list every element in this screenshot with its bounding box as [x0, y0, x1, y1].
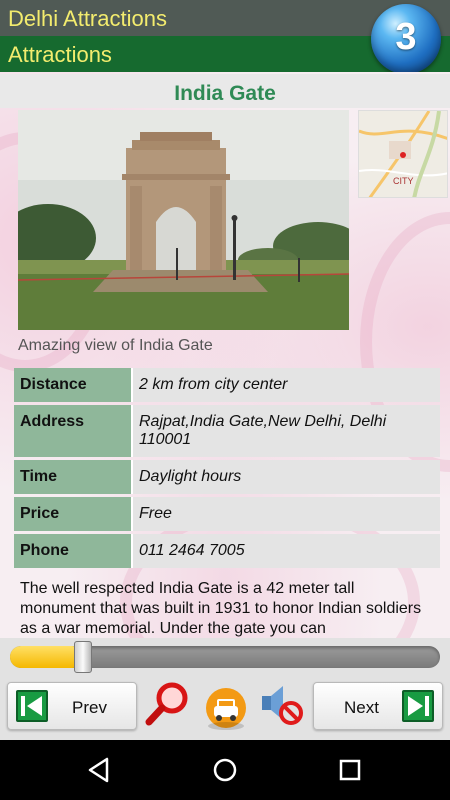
map-label: CITY: [393, 176, 414, 186]
table-row: Price Free: [14, 497, 440, 531]
description-text: The well respected India Gate is a 42 me…: [20, 580, 422, 637]
info-label: Phone: [14, 534, 131, 568]
recents-square-icon[interactable]: [335, 755, 365, 785]
info-value[interactable]: Rajpat,India Gate,New Delhi, Delhi 11000…: [131, 405, 440, 457]
prev-label: Prev: [72, 698, 107, 717]
control-panel: Prev Next: [0, 638, 450, 740]
speaker-muted-icon[interactable]: [258, 680, 306, 728]
info-label: Time: [14, 460, 131, 494]
info-label: Address: [14, 405, 131, 457]
number-badge[interactable]: 3: [371, 4, 441, 74]
back-triangle-icon[interactable]: [85, 755, 115, 785]
place-header: India Gate: [0, 74, 450, 108]
slider-handle[interactable]: [74, 641, 93, 673]
table-row: Time Daylight hours: [14, 460, 440, 494]
info-label: Price: [14, 497, 131, 531]
home-circle-icon[interactable]: [210, 755, 240, 785]
badge-number: 3: [395, 16, 417, 58]
info-value[interactable]: 011 2464 7005: [131, 534, 440, 568]
photo-caption: Amazing view of India Gate: [18, 337, 213, 354]
map-thumbnail[interactable]: CITY: [358, 110, 448, 198]
info-value: Free: [131, 497, 440, 531]
audio-progress-slider[interactable]: [10, 641, 440, 673]
info-value: Daylight hours: [131, 460, 440, 494]
slider-fill: [10, 646, 84, 668]
content-area[interactable]: India Gate CITY Amazing view of India Ga…: [0, 72, 450, 638]
prev-button[interactable]: Prev: [7, 682, 137, 730]
table-row: Phone 011 2464 7005: [14, 534, 440, 568]
section-title: Attractions: [8, 42, 112, 67]
next-button[interactable]: Next: [313, 682, 443, 730]
india-gate-photo: [18, 110, 349, 330]
app-title: Delhi Attractions: [8, 6, 167, 31]
next-icon: [402, 690, 434, 722]
info-value: 2 km from city center: [131, 368, 440, 402]
table-row: Address Rajpat,India Gate,New Delhi, Del…: [14, 405, 440, 457]
attraction-photo[interactable]: [18, 110, 349, 330]
system-navigation-bar: [0, 740, 450, 800]
info-label: Distance: [14, 368, 131, 402]
prev-icon: [16, 690, 48, 722]
table-row: Distance 2 km from city center: [14, 368, 440, 402]
search-icon[interactable]: [144, 680, 192, 728]
map-icon: CITY: [359, 111, 447, 197]
car-icon[interactable]: [202, 684, 250, 732]
info-table: Distance 2 km from city center Address R…: [14, 365, 440, 571]
next-label: Next: [344, 698, 379, 717]
place-title: India Gate: [174, 82, 276, 105]
